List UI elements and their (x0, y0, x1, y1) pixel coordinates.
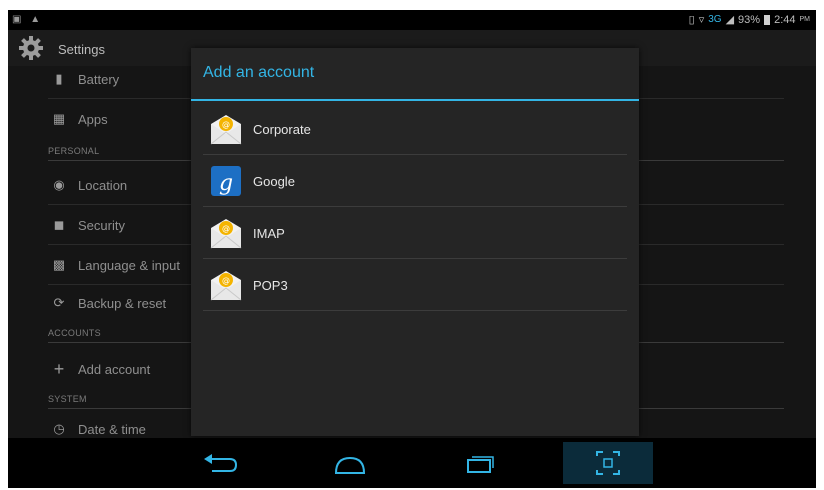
settings-item-label: Apps (78, 112, 108, 127)
settings-gear-icon[interactable] (18, 35, 44, 61)
back-icon[interactable] (190, 446, 250, 480)
dialog-title: Add an account (203, 64, 315, 81)
email-envelope-icon: @ (210, 271, 242, 301)
settings-item-label: Location (78, 178, 128, 193)
account-option-label: IMAP (253, 226, 285, 241)
settings-item-label: Add account (78, 362, 151, 377)
network-type: 3G (708, 14, 722, 25)
status-left-icons: ▣ ▲ (12, 14, 40, 25)
section-header-system: SYSTEM (48, 394, 87, 404)
account-option-label: Corporate (253, 122, 311, 137)
account-option-label: Google (253, 174, 295, 189)
svg-text:@: @ (222, 276, 230, 285)
clock-time: 2:44 (774, 13, 796, 26)
notification-icon: ▲ (30, 14, 41, 25)
battery-status-icon (764, 14, 771, 25)
svg-text:@: @ (222, 120, 230, 129)
device-display: ▣ ▲ ▯ ▿ 3G ◢ 93% 2:44 PM Settings ▮ Batt… (8, 10, 816, 488)
navigation-bar (8, 438, 816, 488)
settings-item-label: Date & time (78, 422, 146, 437)
sim-icon: ▯ (688, 14, 695, 26)
clock-icon: ◷ (53, 421, 65, 436)
home-icon[interactable] (320, 446, 380, 480)
apps-icon: ▦ (52, 111, 66, 126)
section-header-accounts: ACCOUNTS (48, 328, 101, 338)
tablet-screen: ▣ ▲ ▯ ▿ 3G ◢ 93% 2:44 PM Settings ▮ Batt… (0, 0, 824, 490)
email-envelope-icon: @ (210, 115, 242, 145)
battery-percent: 93% (738, 13, 761, 26)
account-option-imap[interactable]: @ IMAP (203, 207, 627, 259)
settings-item-label: Backup & reset (78, 296, 167, 311)
app-title: Settings (58, 42, 105, 57)
settings-item-label: Security (78, 218, 125, 233)
add-account-dialog: Add an account @ Corporate g Google @ IM… (191, 48, 639, 436)
screenshot-icon[interactable] (563, 442, 653, 484)
status-right: ▯ ▿ 3G ◢ 93% 2:44 PM (688, 13, 811, 27)
status-bar: ▣ ▲ ▯ ▿ 3G ◢ 93% 2:44 PM (8, 10, 816, 30)
battery-icon: ▮ (55, 71, 63, 86)
google-icon: g (211, 166, 241, 196)
divider (203, 310, 627, 311)
account-option-corporate[interactable]: @ Corporate (203, 103, 627, 155)
recent-apps-icon[interactable] (450, 446, 510, 480)
account-option-label: POP3 (253, 278, 288, 293)
account-option-google[interactable]: g Google (203, 155, 627, 207)
svg-text:@: @ (222, 224, 230, 233)
settings-item-label: Battery (78, 72, 120, 87)
account-option-pop3[interactable]: @ POP3 (203, 259, 627, 311)
screen-icon: ▣ (12, 14, 22, 25)
lock-icon: ◼ (53, 217, 65, 232)
email-envelope-icon: @ (210, 219, 242, 249)
settings-item-label: Language & input (78, 258, 180, 273)
language-icon: ▩ (52, 257, 66, 272)
plus-icon: + (53, 359, 65, 379)
backup-icon: ⟳ (53, 295, 65, 310)
section-header-personal: PERSONAL (48, 146, 100, 156)
dialog-title-divider (191, 99, 639, 101)
signal-icon: ◢ (725, 14, 735, 26)
location-icon: ◉ (53, 177, 65, 192)
svg-text:g: g (219, 171, 233, 196)
wifi-icon: ▿ (698, 14, 705, 26)
clock-ampm: PM (799, 16, 811, 23)
